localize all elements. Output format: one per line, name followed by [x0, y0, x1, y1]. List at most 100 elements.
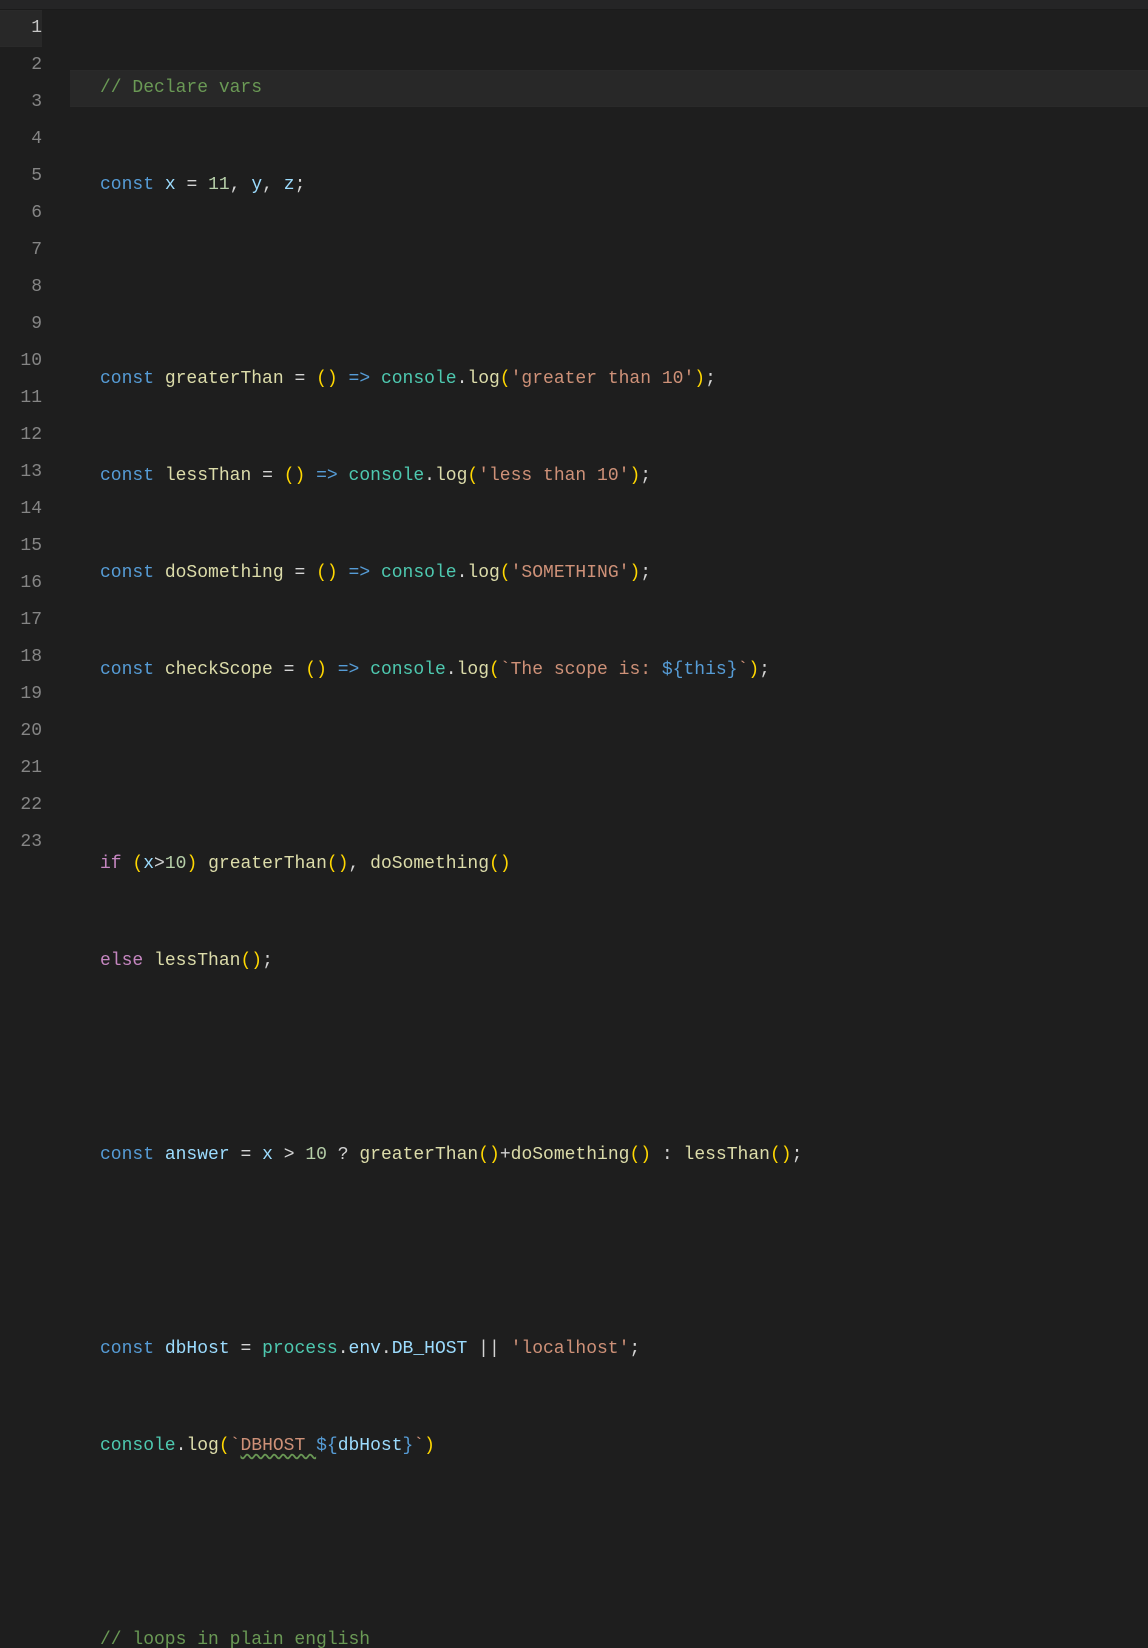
string-token: 'SOMETHING' [511, 563, 630, 583]
func-token: checkScope [165, 660, 273, 680]
punc-token: , [230, 175, 241, 195]
var-token: env [349, 1339, 381, 1359]
num-token: 10 [165, 854, 187, 874]
paren-token: ) [338, 854, 349, 874]
keyword-token: const [100, 466, 154, 486]
obj-token: console [349, 466, 425, 486]
paren-token: ( [489, 854, 500, 874]
keyword-token: const [100, 660, 154, 680]
op-token: > [154, 854, 165, 874]
code-line[interactable]: const checkScope = () => console.log(`Th… [70, 652, 1148, 689]
op-token: > [284, 1145, 295, 1165]
line-number: 20 [0, 713, 42, 750]
punc-token: . [176, 1436, 187, 1456]
paren-token: ) [629, 466, 640, 486]
paren-token: ( [219, 1436, 230, 1456]
func-token: greaterThan [208, 854, 327, 874]
code-line[interactable]: const x = 11, y, z; [70, 167, 1148, 204]
paren-token: ) [748, 660, 759, 680]
line-number: 6 [0, 195, 42, 232]
code-line[interactable] [70, 749, 1148, 786]
string-token: DBHOST [240, 1436, 316, 1456]
paren-token: ) [489, 1145, 500, 1165]
line-number: 17 [0, 602, 42, 639]
keyword-token: const [100, 175, 154, 195]
code-editor[interactable]: 1 2 3 4 5 6 7 8 9 10 11 12 13 14 15 16 1… [0, 10, 1148, 824]
arrow-token: => [349, 563, 371, 583]
keyword-token: const [100, 563, 154, 583]
template-token: } [403, 1436, 414, 1456]
line-number: 14 [0, 491, 42, 528]
punc-token: , [349, 854, 360, 874]
punc-token: . [457, 369, 468, 389]
code-line[interactable] [70, 1525, 1148, 1562]
func-token: log [435, 466, 467, 486]
paren-token: ) [781, 1145, 792, 1165]
line-number: 12 [0, 417, 42, 454]
code-line[interactable]: const dbHost = process.env.DB_HOST || 'l… [70, 1331, 1148, 1368]
var-token: dbHost [338, 1436, 403, 1456]
line-number: 5 [0, 158, 42, 195]
template-token: ${ [316, 1436, 338, 1456]
var-token: x [262, 1145, 273, 1165]
op-token: = [262, 466, 273, 486]
op-token: + [500, 1145, 511, 1165]
code-line[interactable]: const answer = x > 10 ? greaterThan()+do… [70, 1137, 1148, 1174]
code-line[interactable]: if (x>10) greaterThan(), doSomething() [70, 846, 1148, 883]
paren-token: ) [694, 369, 705, 389]
paren-token: ) [327, 369, 338, 389]
line-number: 21 [0, 750, 42, 787]
obj-token: process [262, 1339, 338, 1359]
punc-token: . [424, 466, 435, 486]
code-line[interactable]: console.log(`DBHOST ${dbHost}`) [70, 1428, 1148, 1465]
paren-token: ( [305, 660, 316, 680]
line-number: 23 [0, 824, 42, 861]
code-line[interactable]: // loops in plain english [70, 1622, 1148, 1648]
op-token: : [662, 1145, 673, 1165]
func-token: lessThan [684, 1145, 770, 1165]
paren-token: ) [295, 466, 306, 486]
op-token: ? [338, 1145, 349, 1165]
code-line[interactable]: const greaterThan = () => console.log('g… [70, 361, 1148, 398]
var-token: answer [165, 1145, 230, 1165]
var-token: z [284, 175, 295, 195]
comment-token: // Declare vars [100, 78, 262, 98]
line-number: 7 [0, 232, 42, 269]
comment-token: // loops in plain english [100, 1630, 370, 1648]
code-line[interactable]: const lessThan = () => console.log('less… [70, 458, 1148, 495]
keyword-token: const [100, 369, 154, 389]
keyword-token: if [100, 854, 122, 874]
code-line[interactable]: // Declare vars [70, 70, 1148, 107]
obj-token: console [381, 369, 457, 389]
code-line[interactable] [70, 1040, 1148, 1077]
code-area[interactable]: // Declare vars const x = 11, y, z; cons… [70, 10, 1148, 824]
line-number: 4 [0, 121, 42, 158]
paren-token: ) [500, 854, 511, 874]
op-token: = [186, 175, 197, 195]
op-token: = [294, 563, 305, 583]
punc-token: ; [759, 660, 770, 680]
paren-token: ( [629, 1145, 640, 1165]
code-line[interactable] [70, 1234, 1148, 1271]
punc-token: . [338, 1339, 349, 1359]
code-line[interactable]: const doSomething = () => console.log('S… [70, 555, 1148, 592]
var-token: dbHost [165, 1339, 230, 1359]
obj-token: console [100, 1436, 176, 1456]
punc-token: ; [705, 369, 716, 389]
string-token: ` [230, 1436, 241, 1456]
line-number-gutter: 1 2 3 4 5 6 7 8 9 10 11 12 13 14 15 16 1… [0, 10, 70, 824]
punc-token: . [446, 660, 457, 680]
punc-token: ; [629, 1339, 640, 1359]
editor-tab-bar[interactable] [0, 0, 1148, 10]
func-token: lessThan [154, 951, 240, 971]
code-line[interactable]: else lessThan(); [70, 943, 1148, 980]
func-token: log [467, 369, 499, 389]
string-token: 'localhost' [511, 1339, 630, 1359]
template-token: ${ [662, 660, 684, 680]
code-line[interactable] [70, 264, 1148, 301]
var-token: x [143, 854, 154, 874]
var-token: x [165, 175, 176, 195]
line-number: 16 [0, 565, 42, 602]
line-number: 2 [0, 47, 42, 84]
paren-token: ( [770, 1145, 781, 1165]
